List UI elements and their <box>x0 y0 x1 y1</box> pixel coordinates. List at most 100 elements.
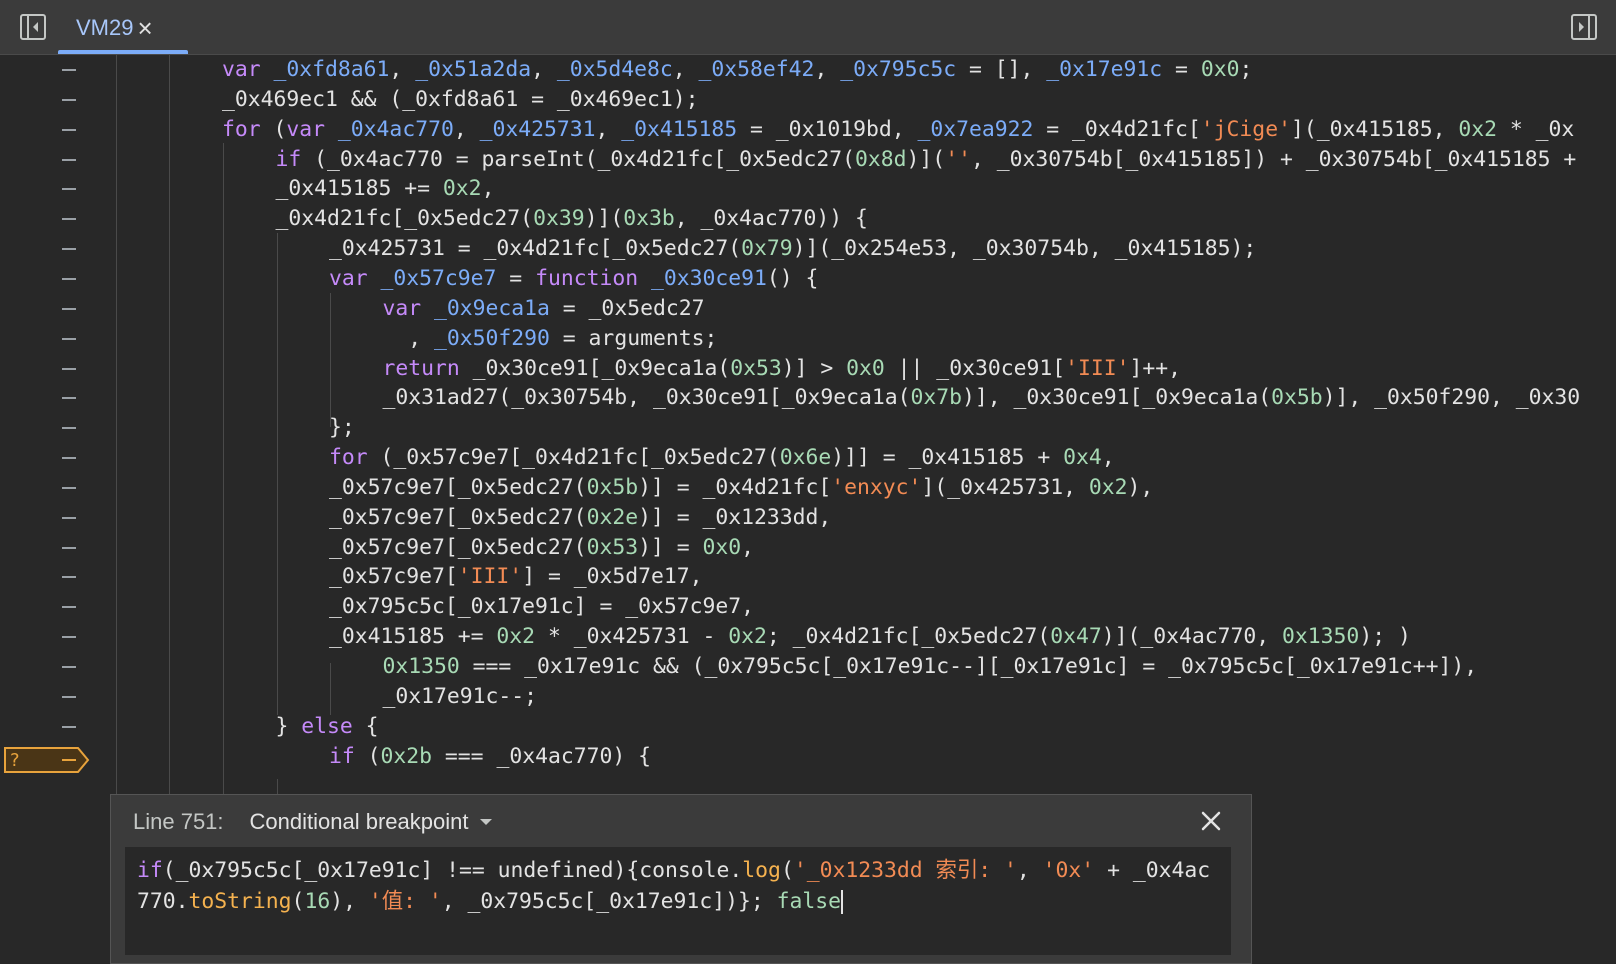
code-line[interactable]: _0x57c9e7['III'] = _0x5d7e17, <box>0 562 1616 593</box>
code-token: , <box>741 534 755 560</box>
code-line[interactable]: _0x469ec1 && (_0xfd8a61 = _0x469ec1); <box>0 85 1616 116</box>
code-token: , <box>389 57 416 82</box>
code-line[interactable]: _0x57c9e7[_0x5edc27(0x53)] = 0x0, <box>0 533 1616 564</box>
line-marker[interactable] <box>62 666 76 668</box>
code-line[interactable]: }; <box>0 413 1616 444</box>
code-token: _0x795c5c <box>840 57 957 82</box>
line-marker[interactable] <box>62 636 76 639</box>
code-text: 0x1350 === _0x17e91c && (_0x795c5c[_0x17… <box>383 652 1478 683</box>
line-marker[interactable] <box>62 128 76 131</box>
tab-vm29[interactable]: VM29 × <box>76 0 153 55</box>
code-token: else <box>301 713 353 739</box>
chevron-down-icon <box>480 819 493 825</box>
code-line[interactable]: _0x31ad27(_0x30754b, _0x30ce91[_0x9eca1a… <box>0 383 1616 414</box>
code-token: 0x1350 <box>382 654 460 679</box>
code-line[interactable]: return _0x30ce91[_0x9eca1a(0x53)] > 0x0 … <box>0 354 1616 385</box>
line-marker[interactable] <box>62 337 76 340</box>
code-line[interactable]: } else { <box>0 712 1616 743</box>
code-token: 0x3b <box>623 206 675 232</box>
code-token: , <box>382 325 435 351</box>
code-token: log <box>742 858 781 883</box>
code-text: _0x17e91c--; <box>383 682 538 713</box>
code-token: false <box>776 889 841 914</box>
breakpoint-condition-input[interactable]: if(_0x795c5c[_0x17e91c] !== undefined){c… <box>125 847 1231 955</box>
code-token: , _0x4ac770)) { <box>674 206 868 232</box>
code-line[interactable]: 0x1350 === _0x17e91c && (_0x795c5c[_0x17… <box>0 652 1616 683</box>
line-marker[interactable] <box>62 427 76 430</box>
line-marker[interactable] <box>62 218 76 221</box>
code-token: ](_0x425731, <box>921 474 1089 500</box>
code-line[interactable]: _0x57c9e7[_0x5edc27(0x5b)] = _0x4d21fc['… <box>0 473 1616 504</box>
code-token: , <box>1016 858 1043 883</box>
code-line[interactable]: _0x425731 = _0x4d21fc[_0x5edc27(0x79)](_… <box>0 234 1616 265</box>
code-token: , <box>672 57 699 82</box>
code-token: , <box>595 116 622 142</box>
breakpoint-type-select[interactable]: Conditional breakpoint <box>250 809 495 835</box>
code-text: _0x31ad27(_0x30754b, _0x30ce91[_0x9eca1a… <box>383 383 1581 414</box>
line-marker[interactable] <box>62 158 76 161</box>
line-marker[interactable] <box>62 69 76 71</box>
code-token: '0x' <box>1042 858 1095 883</box>
toggle-debugger-icon[interactable] <box>1570 13 1598 41</box>
code-token: 0x2 <box>728 624 767 650</box>
code-token: _0x30ce91 <box>650 265 767 291</box>
line-marker[interactable] <box>62 248 76 251</box>
code-line[interactable]: if (_0x4ac770 = parseInt(_0x4d21fc[_0x5e… <box>0 145 1616 176</box>
code-line[interactable]: _0x415185 += 0x2, <box>0 174 1616 205</box>
code-token: _0x57c9e7[ <box>329 564 458 590</box>
code-token: 0x8d <box>855 146 907 172</box>
code-line[interactable]: , _0x50f290 = arguments; <box>0 324 1616 355</box>
code-token: _0x9eca1a <box>434 295 550 321</box>
code-line[interactable]: for (var _0x4ac770, _0x425731, _0x415185… <box>0 115 1616 146</box>
line-marker[interactable] <box>62 606 76 609</box>
line-marker[interactable] <box>62 277 76 280</box>
code-line[interactable]: var _0x9eca1a = _0x5edc27 <box>0 294 1616 325</box>
line-marker[interactable] <box>62 695 76 698</box>
line-marker[interactable] <box>62 725 76 728</box>
code-line[interactable]: _0x57c9e7[_0x5edc27(0x2e)] = _0x1233dd, <box>0 503 1616 534</box>
code-line[interactable]: _0x415185 += 0x2 * _0x425731 - 0x2; _0x4… <box>0 622 1616 653</box>
code-token: , <box>453 116 480 142</box>
code-token: (_0x795c5c[_0x17e91c] !== undefined){con… <box>162 858 743 883</box>
code-line[interactable]: var _0xfd8a61, _0x51a2da, _0x5d4e8c, _0x… <box>0 55 1616 86</box>
code-token: var <box>222 57 274 82</box>
code-line[interactable]: for (_0x57c9e7[_0x4d21fc[_0x5edc27(0x6e)… <box>0 443 1616 474</box>
code-token: )] = <box>638 534 703 560</box>
code-token: '_0x1233dd 索引: ' <box>793 858 1017 883</box>
code-token: )]] = _0x415185 + <box>831 445 1064 471</box>
code-token: _0x415185 += <box>329 624 497 650</box>
line-marker[interactable] <box>62 516 76 519</box>
line-marker[interactable] <box>62 367 76 370</box>
code-token: )]( <box>906 146 946 172</box>
line-marker[interactable] <box>62 576 76 579</box>
code-token: ; <box>1239 57 1253 82</box>
code-text: _0x57c9e7[_0x5edc27(0x53)] = 0x0, <box>329 533 754 564</box>
line-marker[interactable] <box>62 486 76 489</box>
line-marker[interactable] <box>62 307 76 310</box>
code-token: )], _0x50f290, _0x30 <box>1322 385 1581 411</box>
line-marker[interactable] <box>62 397 76 400</box>
code-token: 0x79 <box>741 236 793 262</box>
code-token: if <box>329 743 368 769</box>
line-marker[interactable] <box>62 98 76 101</box>
code-line[interactable]: ? if (0x2b === _0x4ac770) { <box>0 742 1616 773</box>
code-line[interactable]: _0x17e91c--; <box>0 682 1616 713</box>
close-tab-icon[interactable]: × <box>137 15 152 41</box>
conditional-breakpoint-marker[interactable]: ? <box>4 746 90 773</box>
code-token: _0x51a2da <box>415 57 532 82</box>
line-marker[interactable] <box>62 457 76 460</box>
close-icon[interactable] <box>1199 809 1223 833</box>
code-token: _0x425731 <box>479 116 596 142</box>
line-marker[interactable] <box>62 188 76 191</box>
code-line[interactable]: _0x4d21fc[_0x5edc27(0x39)](0x3b, _0x4ac7… <box>0 204 1616 235</box>
code-token: ( <box>780 858 794 883</box>
code-line[interactable]: _0x795c5c[_0x17e91c] = _0x57c9e7, <box>0 592 1616 623</box>
code-token: * _0x <box>1497 116 1575 142</box>
code-token: { <box>352 713 379 739</box>
code-token: _0x57c9e7[_0x5edc27( <box>329 504 587 530</box>
code-token: 0x7b <box>910 385 963 411</box>
line-marker[interactable] <box>62 546 76 549</box>
code-line[interactable]: var _0x57c9e7 = function _0x30ce91() { <box>0 264 1616 295</box>
code-text: _0x795c5c[_0x17e91c] = _0x57c9e7, <box>329 592 754 623</box>
toggle-navigator-icon[interactable] <box>19 13 47 41</box>
